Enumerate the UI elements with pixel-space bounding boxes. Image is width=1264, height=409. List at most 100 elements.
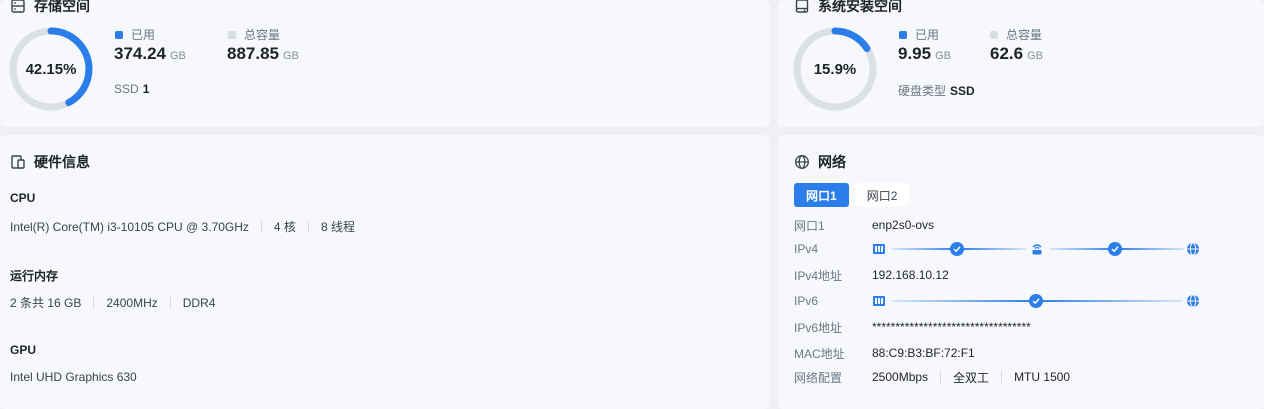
- storage-usage-ring: 42.15%: [8, 26, 94, 112]
- storage-used-label: 已用: [131, 28, 156, 42]
- network-title: 网络: [794, 152, 846, 172]
- storage-disk-type-value: 1: [142, 82, 150, 96]
- storage-icon: [11, 0, 25, 13]
- system-total-unit: GB: [1027, 50, 1043, 62]
- network-config-row: 网络配置 2500Mbps 全双工 MTU 1500: [794, 367, 1254, 387]
- network-title-text: 网络: [818, 154, 846, 170]
- divider: [93, 296, 95, 309]
- ipv4-address-value: 192.168.10.12: [872, 268, 949, 282]
- memory-size: 2 条共 16 GB: [10, 296, 82, 310]
- memory-speed: 2400MHz: [106, 295, 158, 310]
- ipv4-topology: [872, 241, 1202, 257]
- tab-port-2[interactable]: 网口2: [854, 183, 910, 207]
- system-disk-icon: [795, 0, 809, 13]
- cpu-threads: 8 线程: [320, 220, 355, 234]
- system-used-value: 9.95 GB: [898, 44, 951, 64]
- mac-row: MAC地址 88:C9:B3:BF:72:F1: [794, 343, 1254, 363]
- total-dot: [990, 30, 998, 39]
- storage-card: 存储空间 42.15% 已用 374.24 GB 总容量 887.85 GB SSD…: [0, 0, 770, 127]
- cpu-info-row: Intel(R) Core(TM) i3-10105 CPU @ 3.70GHz…: [10, 218, 355, 235]
- used-dot: [899, 30, 907, 39]
- system-space-card: 系统安装空间 15.9% 已用 9.95 GB 总容量 62.6 GB 硬盘类型 SS…: [778, 0, 1264, 127]
- system-title: 系统安装空间: [794, 0, 902, 16]
- system-used-number: 9.95: [898, 44, 932, 63]
- ipv6-label: IPv6: [794, 294, 819, 308]
- network-port-tabs: 网口1 网口2: [794, 183, 910, 207]
- hardware-icon: [11, 155, 25, 169]
- storage-used-unit: GB: [170, 50, 186, 62]
- port-row: 网口1 enp2s0-ovs: [794, 215, 1254, 235]
- storage-title-text: 存储空间: [34, 0, 90, 14]
- mac-value: 88:C9:B3:BF:72:F1: [872, 346, 975, 360]
- storage-used-value: 374.24 GB: [114, 44, 186, 64]
- gpu-info-row: Intel UHD Graphics 630: [10, 370, 137, 384]
- ipv6-address-value: **********************************: [872, 320, 1031, 334]
- cpu-label: CPU: [10, 191, 36, 205]
- divider: [307, 220, 309, 233]
- system-used-legend: 已用: [899, 26, 939, 43]
- memory-label: 运行内存: [10, 269, 59, 283]
- internet-icon: [1187, 294, 1199, 308]
- divider: [940, 371, 942, 383]
- check-icon: [950, 242, 964, 256]
- system-used-label: 已用: [915, 28, 940, 42]
- storage-total-label: 总容量: [244, 28, 281, 42]
- globe-icon: [795, 155, 809, 169]
- system-total-value: 62.6 GB: [990, 44, 1043, 64]
- storage-total-legend: 总容量: [228, 26, 280, 43]
- gpu-model: Intel UHD Graphics 630: [10, 370, 137, 384]
- nic-icon: [873, 296, 885, 306]
- gpu-label: GPU: [10, 343, 37, 357]
- internet-icon: [1187, 242, 1199, 256]
- system-usage-ring: 15.9%: [792, 26, 878, 112]
- ipv4-address-label: IPv4地址: [794, 268, 843, 283]
- ipv6-topology: [872, 293, 1202, 309]
- system-used-unit: GB: [935, 50, 951, 62]
- storage-title: 存储空间: [10, 0, 90, 16]
- storage-disk-type-label: SSD: [114, 82, 139, 96]
- hardware-title: 硬件信息: [10, 152, 90, 172]
- storage-percent: 42.15%: [25, 60, 77, 78]
- used-dot: [115, 30, 123, 39]
- total-dot: [228, 30, 236, 39]
- storage-used-legend: 已用: [115, 26, 155, 43]
- storage-disk-type: SSD 1: [114, 82, 149, 96]
- storage-total-unit: GB: [283, 50, 299, 62]
- link-speed: 2500Mbps: [872, 370, 929, 384]
- ipv6-address-label: IPv6地址: [794, 320, 843, 335]
- divider: [1001, 371, 1003, 383]
- system-percent: 15.9%: [813, 60, 857, 78]
- system-title-text: 系统安装空间: [818, 0, 902, 14]
- hardware-title-text: 硬件信息: [34, 154, 90, 170]
- ipv4-label: IPv4: [794, 242, 819, 256]
- mtu-value: MTU 1500: [1014, 370, 1071, 384]
- network-card: 网络 网口1 网口2 网口1 enp2s0-ovs IPv4 IPv4地址 19…: [778, 135, 1264, 409]
- cpu-model: Intel(R) Core(TM) i3-10105 CPU @ 3.70GHz: [10, 219, 249, 234]
- tab-port-1[interactable]: 网口1: [794, 183, 849, 207]
- system-total-label: 总容量: [1006, 28, 1043, 42]
- storage-total-number: 887.85: [227, 44, 279, 63]
- duplex-mode: 全双工: [953, 370, 990, 385]
- memory-info-row: 2 条共 16 GB 2400MHz DDR4: [10, 294, 215, 311]
- port-label: 网口1: [794, 218, 825, 233]
- system-disk-type-label: 硬盘类型: [898, 84, 947, 98]
- router-icon: [1032, 244, 1042, 255]
- divider: [260, 220, 262, 233]
- storage-used-number: 374.24: [114, 44, 166, 63]
- network-config-values: 2500Mbps 全双工 MTU 1500: [872, 369, 1070, 386]
- system-total-number: 62.6: [990, 44, 1024, 63]
- ipv4-address-row: IPv4地址 192.168.10.12: [794, 265, 1254, 285]
- network-config-label: 网络配置: [794, 370, 843, 385]
- nic-icon: [873, 244, 885, 254]
- mac-label: MAC地址: [794, 346, 845, 361]
- memory-type: DDR4: [182, 295, 216, 310]
- storage-total-value: 887.85 GB: [227, 44, 299, 64]
- system-disk-type: 硬盘类型 SSD: [898, 82, 975, 99]
- check-icon: [1108, 242, 1122, 256]
- port-value: enp2s0-ovs: [872, 218, 935, 232]
- system-total-legend: 总容量: [990, 26, 1042, 43]
- system-disk-type-value: SSD: [950, 84, 975, 98]
- cpu-cores: 4 核: [273, 220, 296, 234]
- ipv6-address-row: IPv6地址 *********************************…: [794, 317, 1254, 337]
- divider: [169, 296, 171, 309]
